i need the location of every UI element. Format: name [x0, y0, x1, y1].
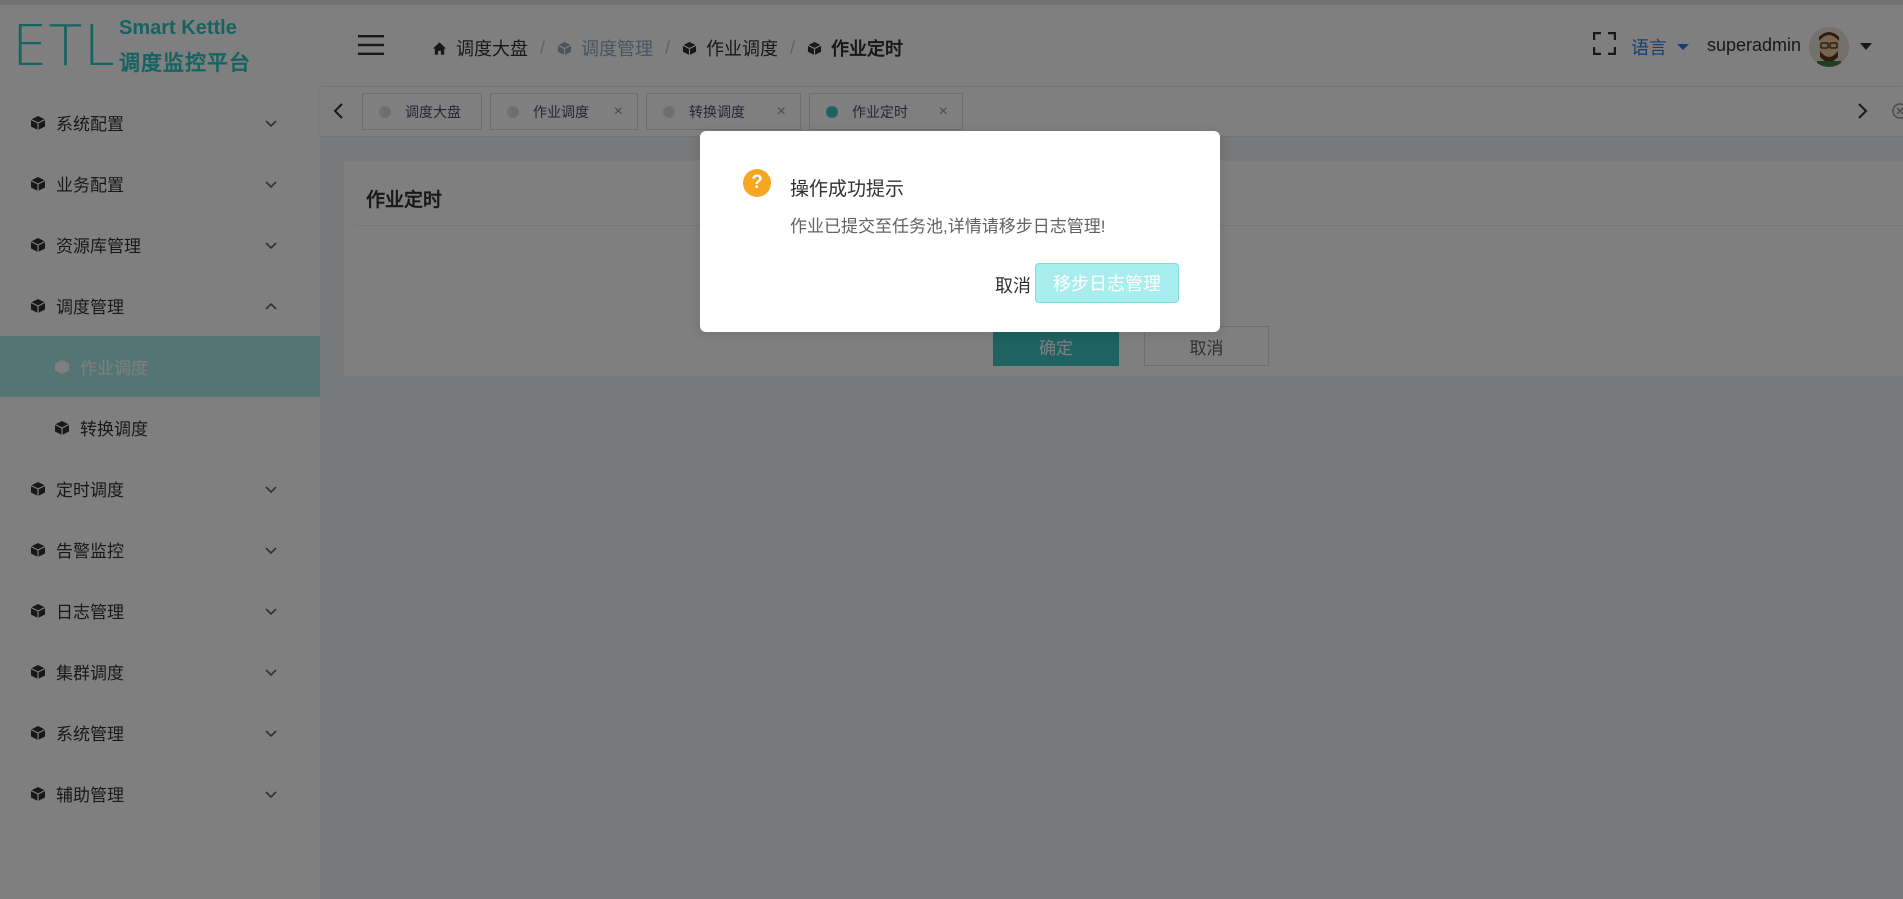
dialog-title: 操作成功提示 — [790, 179, 905, 200]
success-dialog: ? 操作成功提示 作业已提交至任务池,详情请移步日志管理! 取消 移步日志管理 — [700, 131, 1220, 332]
go-to-log-management-button[interactable]: 移步日志管理 — [1035, 263, 1179, 303]
question-icon: ? — [743, 169, 771, 197]
dialog-message: 作业已提交至任务池,详情请移步日志管理! — [790, 217, 1106, 236]
